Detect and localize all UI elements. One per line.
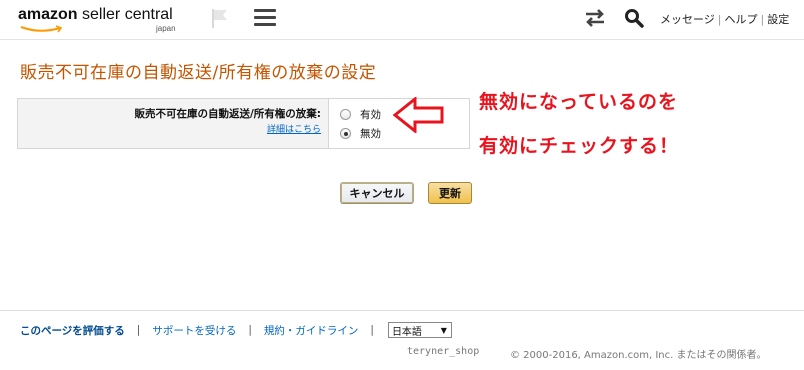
annotation-line-2: 有効にチェックする！ — [479, 135, 680, 157]
top-navigation-bar: amazon seller central japan メッセージ | ヘルプ | 設定 — [0, 0, 804, 40]
cancel-button[interactable]: キャンセル — [340, 182, 414, 204]
policies-link[interactable]: 規約・ガイドライン — [264, 323, 359, 338]
radio-button-disabled[interactable] — [340, 128, 351, 139]
logo-region: japan — [156, 24, 176, 33]
footer-divider — [0, 310, 804, 311]
radio-label-enabled: 有効 — [360, 109, 381, 121]
footer-separator: | — [248, 324, 252, 336]
copyright-text: © 2000-2016, Amazon.com, Inc. またはその関係者。 — [510, 350, 767, 361]
language-select[interactable]: 日本語 ▼ — [387, 322, 452, 338]
hamburger-menu-icon[interactable] — [254, 9, 276, 27]
page-title: 販売不可在庫の自動返送/所有権の放棄の設定 — [20, 63, 377, 83]
footer-links: このページを評価する | サポートを受ける | 規約・ガイドライン | 日本語 … — [20, 322, 452, 338]
red-arrow-icon — [393, 97, 444, 133]
footer-separator: | — [136, 324, 141, 336]
annotation-line-1: 無効になっているのを — [479, 91, 679, 113]
amazon-seller-central-logo[interactable]: amazon seller central japan — [18, 6, 188, 36]
radio-label-disabled: 無効 — [360, 128, 381, 140]
amazon-smile-icon — [20, 25, 63, 33]
logo-text: amazon seller central — [18, 6, 173, 23]
search-icon[interactable] — [624, 8, 644, 28]
rate-page-link[interactable]: このページを評価する — [20, 323, 125, 338]
setting-label: 販売不可在庫の自動返送/所有権の放棄: — [134, 108, 321, 120]
details-link[interactable]: 詳細はこちら — [267, 122, 321, 135]
update-button[interactable]: 更新 — [428, 182, 472, 204]
radio-option-disabled[interactable]: 無効 — [340, 126, 381, 141]
switch-account-icon[interactable] — [584, 9, 606, 27]
chevron-down-icon: ▼ — [440, 326, 447, 335]
header-links: メッセージ | ヘルプ | 設定 — [660, 13, 790, 26]
shop-name: teryner_shop — [407, 346, 480, 357]
support-link[interactable]: サポートを受ける — [152, 323, 236, 338]
footer-separator: | — [370, 324, 374, 336]
settings-link[interactable]: 設定 — [767, 13, 789, 26]
flag-icon[interactable] — [210, 7, 230, 29]
help-link[interactable]: ヘルプ — [725, 13, 758, 26]
radio-option-enabled[interactable]: 有効 — [340, 107, 381, 122]
setting-label-cell: 販売不可在庫の自動返送/所有権の放棄: 詳細はこちら — [18, 99, 329, 148]
messages-link[interactable]: メッセージ — [660, 13, 715, 26]
language-select-value: 日本語 — [391, 326, 422, 338]
radio-button-enabled[interactable] — [340, 109, 351, 120]
